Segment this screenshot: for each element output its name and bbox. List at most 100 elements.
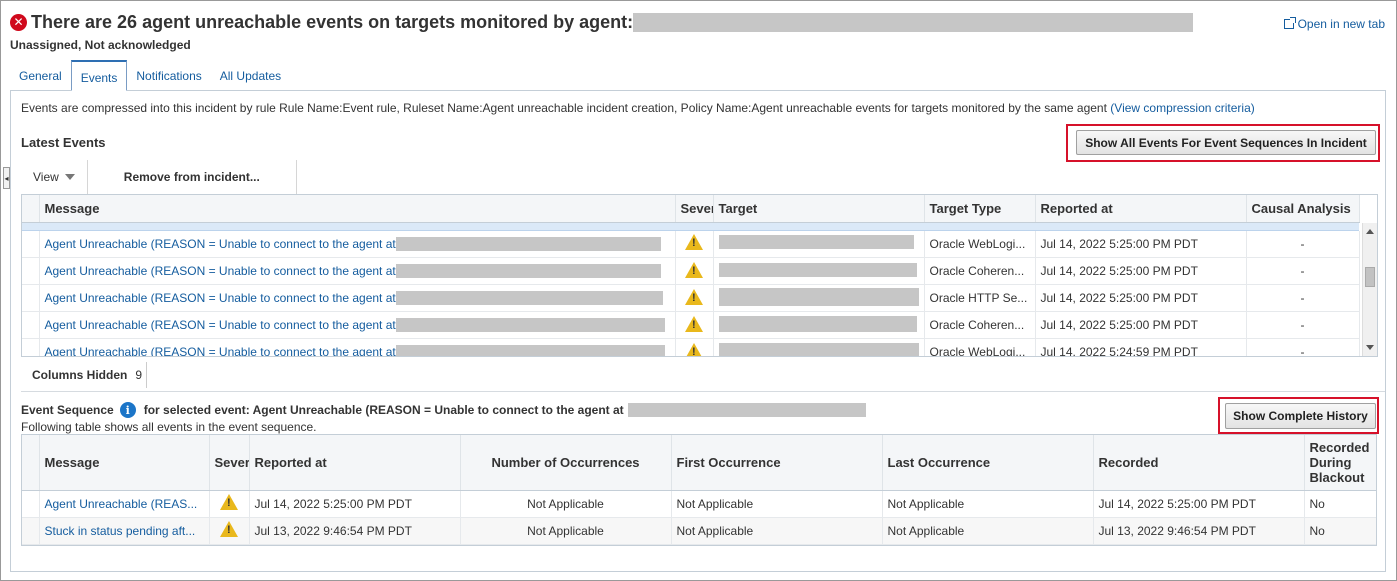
show-all-events-button[interactable]: Show All Events For Event Sequences In I…: [1076, 130, 1376, 155]
col-number-of-occurrences[interactable]: Number of Occurrences: [460, 435, 672, 491]
redacted-host: [627, 403, 866, 417]
occurrences-cell: Not Applicable: [460, 490, 672, 518]
event-message-link[interactable]: Agent Unreachable (REASON = Unable to co…: [45, 318, 396, 332]
latest-events-table: Message Severity Target Target Type Repo…: [21, 194, 1378, 357]
show-complete-history-button[interactable]: Show Complete History: [1225, 403, 1376, 429]
last-occurrence-cell: Not Applicable: [882, 490, 1094, 518]
table-row[interactable]: Agent Unreachable (REASON = Unable to co…: [22, 257, 1360, 285]
event-sequence-title: Event Sequence: [21, 403, 114, 417]
reported-at-cell: Jul 14, 2022 5:25:00 PM PDT: [1035, 257, 1247, 285]
row-select-header: [22, 195, 40, 223]
columns-hidden-label: Columns Hidden: [32, 368, 128, 382]
event-sequence-header: Event Sequence i for selected event: Age…: [21, 402, 866, 418]
redacted-host: [395, 291, 663, 305]
error-icon: ✕: [10, 13, 27, 31]
collapse-pane-handle[interactable]: ◂: [3, 167, 10, 189]
col-message[interactable]: Message: [39, 195, 676, 223]
compression-message: Events are compressed into this incident…: [21, 101, 1255, 115]
table-row[interactable]: Agent Unreachable (REASON = Unable to co…: [22, 338, 1360, 356]
reported-at-cell: Jul 14, 2022 5:25:00 PM PDT: [1035, 230, 1247, 258]
tab-notifications[interactable]: Notifications: [127, 60, 210, 90]
reported-at-cell: Jul 13, 2022 9:46:54 PM PDT: [249, 517, 461, 545]
warning-icon: [685, 342, 703, 356]
redacted-host: [395, 236, 661, 251]
view-compression-criteria-link[interactable]: (View compression criteria): [1110, 101, 1255, 115]
target-type-cell: Oracle Coheren...: [924, 311, 1036, 339]
col-recorded[interactable]: Recorded: [1093, 435, 1305, 491]
event-message-link[interactable]: Agent Unreachable (REASON = Unable to co…: [45, 237, 396, 251]
warning-icon: [220, 494, 238, 510]
sequence-message-link[interactable]: Agent Unreachable (REAS...: [39, 490, 210, 518]
columns-hidden-count[interactable]: 9: [135, 362, 148, 388]
reported-at-cell: Jul 14, 2022 5:25:00 PM PDT: [249, 490, 461, 518]
event-message-link[interactable]: Agent Unreachable (REASON = Unable to co…: [45, 345, 396, 356]
scroll-up-icon[interactable]: [1366, 229, 1374, 234]
col-reported-at[interactable]: Reported at: [249, 435, 461, 491]
first-occurrence-cell: Not Applicable: [671, 517, 883, 545]
warning-icon: [220, 521, 238, 537]
latest-events-title: Latest Events: [21, 135, 106, 150]
col-first-occurrence[interactable]: First Occurrence: [671, 435, 883, 491]
table-row[interactable]: Agent Unreachable (REASON = Unable to co…: [22, 311, 1360, 339]
redacted-host: [395, 318, 665, 332]
table-row[interactable]: Agent Unreachable (REASON = Unable to co…: [22, 284, 1360, 312]
scrollbar-thumb[interactable]: [1365, 267, 1375, 287]
open-in-new-tab-link[interactable]: Open in new tab: [1283, 17, 1385, 31]
event-message-link[interactable]: Agent Unreachable (REASON = Unable to co…: [45, 264, 396, 278]
col-reported-at[interactable]: Reported at: [1035, 195, 1247, 223]
col-causal-analysis[interactable]: Causal Analysis: [1246, 195, 1360, 223]
col-severity[interactable]: Severity: [209, 435, 250, 491]
redacted-target: [718, 315, 917, 332]
view-menu-label: View: [33, 170, 59, 184]
columns-hidden-indicator: Columns Hidden 9: [24, 362, 148, 388]
redacted-host: [395, 345, 665, 356]
col-target-type[interactable]: Target Type: [924, 195, 1036, 223]
col-severity[interactable]: Severity: [675, 195, 714, 223]
remove-from-incident-button[interactable]: Remove from incident...: [88, 160, 296, 194]
redacted-target: [718, 262, 917, 277]
event-sequence-table: Message Severity Reported at Number of O…: [21, 434, 1377, 546]
causal-analysis-cell: -: [1246, 311, 1360, 339]
tab-general[interactable]: General: [10, 60, 71, 90]
chevron-down-icon: [64, 174, 75, 180]
event-sequence-subtitle: Following table shows all events in the …: [21, 420, 317, 434]
section-divider: [21, 391, 1385, 392]
tab-bar: General Events Notifications All Updates: [10, 60, 290, 91]
incident-title: There are 26 agent unreachable events on…: [31, 11, 634, 32]
sequence-message-link[interactable]: Stuck in status pending aft...: [39, 517, 210, 545]
vertical-scrollbar[interactable]: [1362, 223, 1377, 356]
target-type-cell: Oracle Coheren...: [924, 257, 1036, 285]
selected-row-strip[interactable]: [22, 222, 1359, 231]
tab-all-updates[interactable]: All Updates: [211, 60, 290, 90]
view-menu[interactable]: View: [21, 160, 87, 194]
incident-status: Unassigned, Not acknowledged: [10, 38, 191, 52]
event-message-link[interactable]: Agent Unreachable (REASON = Unable to co…: [45, 291, 396, 305]
target-type-cell: Oracle WebLogi...: [924, 230, 1036, 258]
causal-analysis-cell: -: [1246, 284, 1360, 312]
table-row[interactable]: Stuck in status pending aft... Jul 13, 2…: [22, 517, 1376, 545]
target-type-cell: Oracle WebLogi...: [924, 338, 1036, 356]
col-message[interactable]: Message: [39, 435, 210, 491]
warning-icon: [685, 288, 703, 305]
redacted-host: [395, 264, 661, 278]
table-row[interactable]: Agent Unreachable (REAS... Jul 14, 2022 …: [22, 490, 1376, 518]
blackout-cell: No: [1304, 490, 1376, 518]
causal-analysis-cell: -: [1246, 338, 1360, 356]
col-target[interactable]: Target: [713, 195, 925, 223]
info-icon[interactable]: i: [119, 402, 136, 418]
redacted-target: [718, 235, 914, 250]
warning-icon: [685, 261, 703, 278]
warning-icon: [685, 315, 703, 332]
col-recorded-during-blackout[interactable]: Recorded During Blackout: [1304, 435, 1376, 491]
last-occurrence-cell: Not Applicable: [882, 517, 1094, 545]
redacted-agent-name: [633, 13, 1193, 32]
row-select-header: [22, 435, 40, 491]
reported-at-cell: Jul 14, 2022 5:25:00 PM PDT: [1035, 311, 1247, 339]
scroll-down-icon[interactable]: [1366, 345, 1374, 350]
causal-analysis-cell: -: [1246, 257, 1360, 285]
col-last-occurrence[interactable]: Last Occurrence: [882, 435, 1094, 491]
recorded-cell: Jul 14, 2022 5:25:00 PM PDT: [1093, 490, 1305, 518]
table-row[interactable]: Agent Unreachable (REASON = Unable to co…: [22, 230, 1360, 258]
tab-events[interactable]: Events: [70, 60, 128, 91]
target-type-cell: Oracle HTTP Se...: [924, 284, 1036, 312]
